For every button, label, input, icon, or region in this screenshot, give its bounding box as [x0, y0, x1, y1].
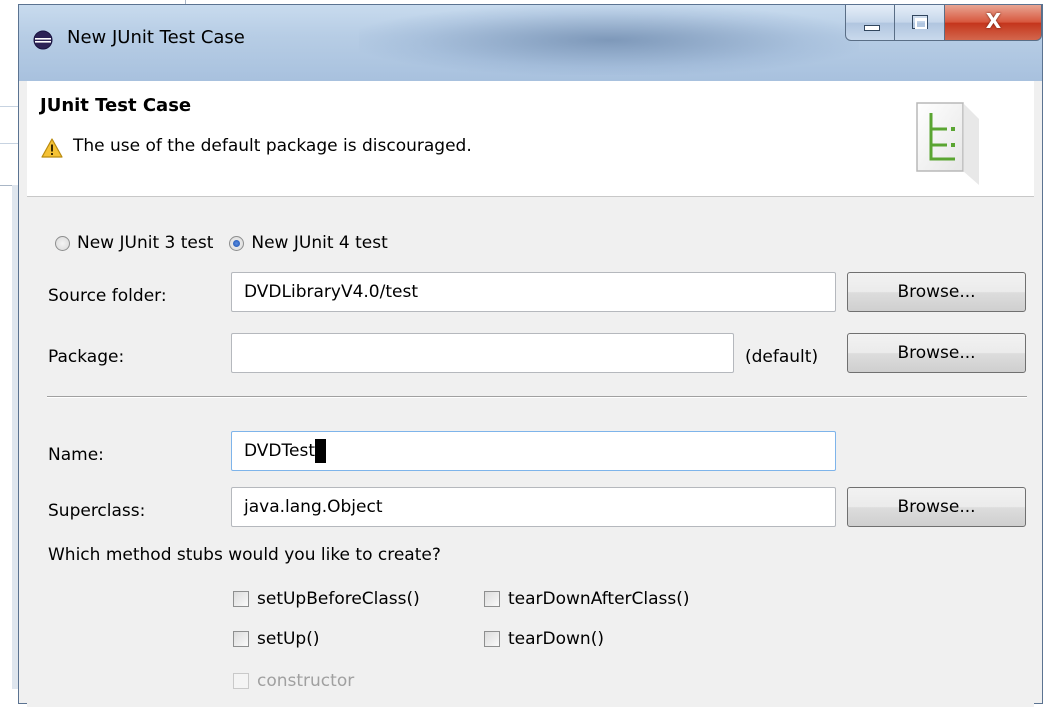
maximize-button[interactable]	[895, 5, 945, 41]
checkbox-box[interactable]	[233, 631, 249, 647]
junit3-label[interactable]: New JUnit 3 test	[77, 233, 213, 253]
wizard-header: JUnit Test Case The use of the default p…	[27, 81, 1034, 197]
checkbox-box[interactable]	[233, 591, 249, 607]
superclass-label: Superclass:	[48, 501, 146, 521]
source-folder-label: Source folder:	[48, 286, 167, 306]
title-bar[interactable]: New JUnit Test Case X	[19, 5, 1042, 81]
name-label: Name:	[48, 445, 104, 465]
background-divider	[0, 106, 20, 107]
warning-icon	[41, 138, 63, 158]
name-value: DVDTest	[244, 441, 315, 461]
teardown-checkbox[interactable]: tearDown()	[484, 629, 604, 649]
method-stubs-question: Which method stubs would you like to cre…	[48, 545, 441, 565]
junit4-radio[interactable]	[229, 235, 245, 251]
checkbox-box	[233, 673, 249, 689]
browse-package-button[interactable]: Browse...	[847, 333, 1026, 373]
window-title: New JUnit Test Case	[67, 27, 245, 48]
checkbox-label[interactable]: setUpBeforeClass()	[257, 589, 420, 609]
browse-superclass-button[interactable]: Browse...	[847, 487, 1026, 527]
setup-checkbox[interactable]: setUp()	[233, 629, 319, 649]
setup-before-class-checkbox[interactable]: setUpBeforeClass()	[233, 589, 420, 609]
minimize-button[interactable]	[845, 5, 895, 41]
checkbox-label: constructor	[257, 671, 355, 691]
checkbox-box[interactable]	[484, 631, 500, 647]
text-cursor	[315, 439, 326, 463]
close-icon: X	[985, 9, 1002, 33]
window-controls: X	[845, 5, 1042, 41]
wizard-body: New JUnit 3 test New JUnit 4 test Source…	[27, 197, 1034, 707]
separator	[47, 396, 1027, 397]
maximize-icon	[912, 15, 928, 29]
junit-version-group: New JUnit 3 test New JUnit 4 test	[55, 233, 404, 253]
name-field[interactable]: DVDTest	[231, 431, 836, 471]
close-button[interactable]: X	[945, 5, 1042, 41]
title-bar-glow	[359, 5, 859, 75]
package-label: Package:	[48, 347, 125, 367]
page-title: JUnit Test Case	[40, 95, 192, 116]
header-message: The use of the default package is discou…	[73, 136, 472, 156]
checkbox-label[interactable]: tearDown()	[508, 629, 604, 649]
superclass-field[interactable]: java.lang.Object	[231, 487, 836, 527]
checkbox-label[interactable]: tearDownAfterClass()	[508, 589, 690, 609]
junit4-label[interactable]: New JUnit 4 test	[251, 233, 387, 253]
junit3-radio[interactable]	[55, 235, 70, 251]
junit-wizard-icon	[916, 102, 979, 185]
browse-source-folder-button[interactable]: Browse...	[847, 272, 1026, 312]
teardown-after-class-checkbox[interactable]: tearDownAfterClass()	[484, 589, 690, 609]
source-folder-field[interactable]: DVDLibraryV4.0/test	[231, 272, 836, 312]
package-field[interactable]	[231, 333, 734, 373]
constructor-checkbox: constructor	[233, 671, 354, 691]
package-default-label: (default)	[745, 347, 819, 367]
eclipse-icon	[33, 30, 53, 50]
checkbox-box[interactable]	[484, 591, 500, 607]
background-divider	[0, 143, 20, 144]
junit-dialog: New JUnit Test Case X JUnit Test Case Th…	[18, 4, 1043, 707]
minimize-icon	[864, 25, 880, 31]
checkbox-label[interactable]: setUp()	[257, 629, 319, 649]
